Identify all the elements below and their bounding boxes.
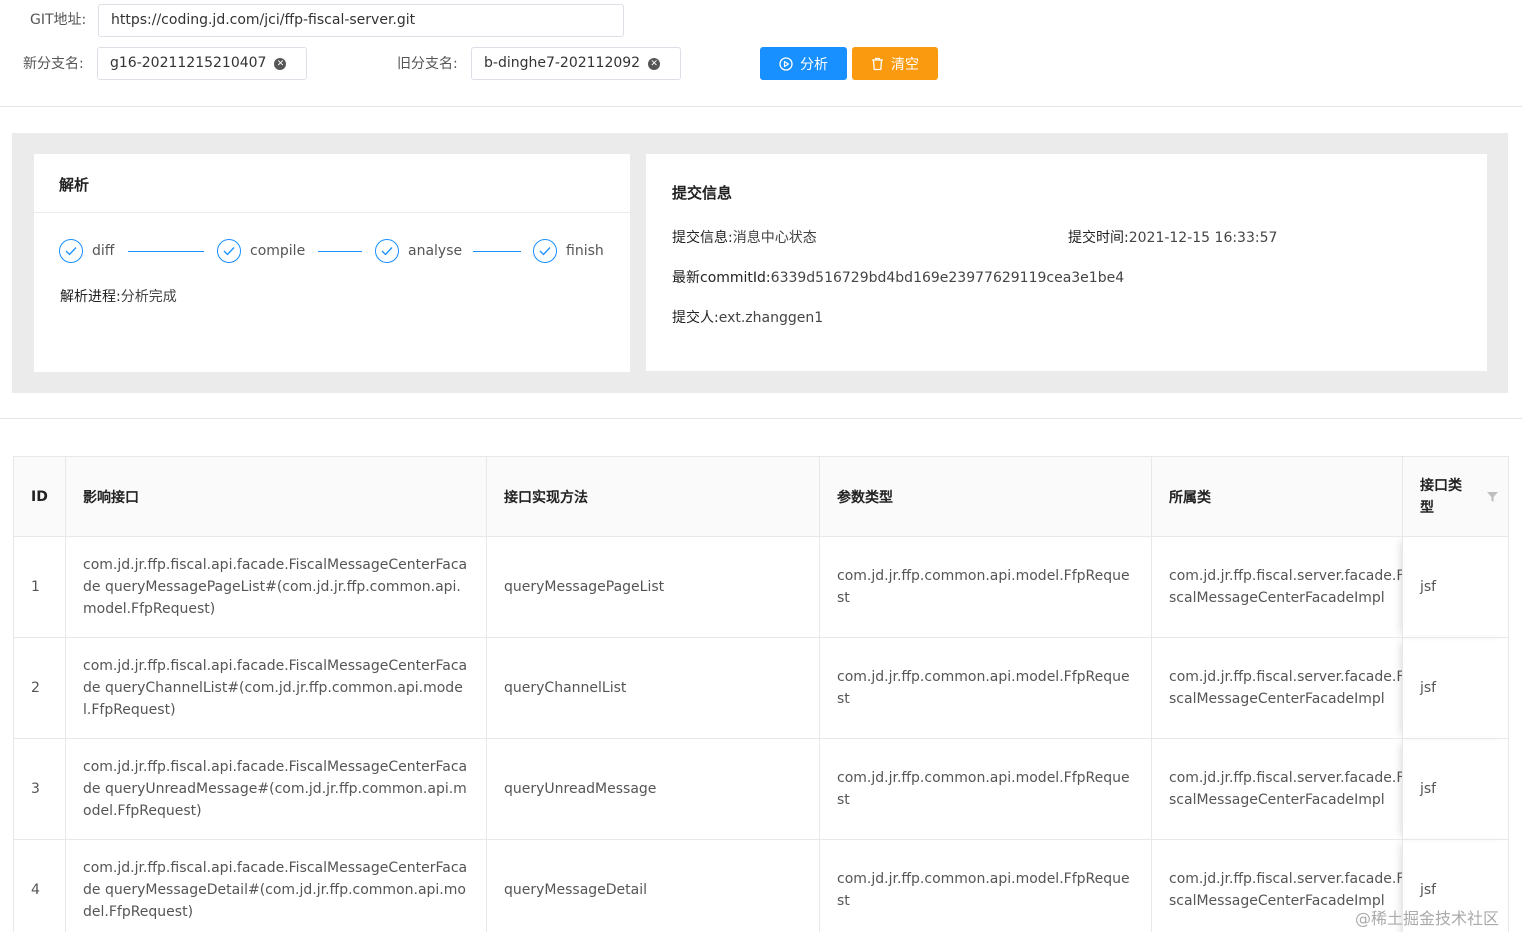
step-connector	[128, 251, 204, 252]
cell-class: com.jd.jr.ffp.fiscal.server.facade.Fisca…	[1151, 738, 1403, 840]
table-row: 2 com.jd.jr.ffp.fiscal.api.facade.Fiscal…	[13, 637, 1509, 739]
header-interface-type[interactable]: 接口类型	[1402, 456, 1509, 537]
cell-id: 2	[13, 637, 66, 739]
cell-id: 3	[13, 738, 66, 840]
cell-interface: com.jd.jr.ffp.fiscal.api.facade.FiscalMe…	[65, 536, 487, 638]
cell-param-type: com.jd.jr.ffp.common.api.model.FfpReques…	[819, 839, 1152, 932]
cell-class-text: com.jd.jr.ffp.fiscal.server.facade.Fisca…	[1169, 568, 1403, 606]
table-row: 3 com.jd.jr.ffp.fiscal.api.facade.Fiscal…	[13, 738, 1509, 840]
clear-button[interactable]: 清空	[852, 47, 938, 80]
step-connector	[318, 251, 362, 252]
commit-time: 提交时间:2021-12-15 16:33:57	[1068, 228, 1277, 248]
commit-author-label: 提交人:	[672, 310, 719, 326]
step-diff-check-icon	[59, 239, 83, 263]
new-branch-clear-icon[interactable]: ✕	[274, 57, 287, 70]
parse-card-divider	[34, 212, 630, 213]
step-finish-check-icon	[533, 239, 557, 263]
old-branch-value: b-dinghe7-202112092	[484, 55, 641, 71]
cell-id: 1	[13, 536, 66, 638]
step-compile-check-icon	[217, 239, 241, 263]
header-method[interactable]: 接口实现方法	[486, 456, 820, 537]
header-param-type[interactable]: 参数类型	[819, 456, 1152, 537]
commit-id-value: 6339d516729bd4bd169e23977629119cea3e1be4	[770, 270, 1125, 286]
table-row: 4 com.jd.jr.ffp.fiscal.api.facade.Fiscal…	[13, 839, 1509, 932]
analyze-button-label: 分析	[800, 56, 828, 73]
cell-interface-type: jsf	[1402, 738, 1509, 840]
parse-card-title: 解析	[59, 176, 90, 194]
cell-class: com.jd.jr.ffp.fiscal.server.facade.Fisca…	[1151, 536, 1403, 638]
top-divider	[0, 106, 1522, 107]
clear-button-label: 清空	[891, 56, 919, 73]
cell-method: queryUnreadMessage	[486, 738, 820, 840]
old-branch-select[interactable]: b-dinghe7-202112092 ✕	[471, 47, 681, 80]
step-analyse-check-icon	[375, 239, 399, 263]
new-branch-label: 新分支名:	[23, 56, 84, 72]
cell-class: com.jd.jr.ffp.fiscal.server.facade.Fisca…	[1151, 637, 1403, 739]
cell-param-type: com.jd.jr.ffp.common.api.model.FfpReques…	[819, 637, 1152, 739]
parse-progress-label: 解析进程:	[60, 289, 121, 305]
impact-table: ID 影响接口 接口实现方法 参数类型 所属类 接口类型 1 com.jd.jr…	[13, 456, 1509, 932]
commit-message-value: 消息中心状态	[732, 230, 817, 246]
parse-progress-value: 分析完成	[120, 289, 177, 305]
step-diff-label: diff	[92, 243, 115, 259]
commit-message-label: 提交信息:	[672, 230, 733, 246]
header-id[interactable]: ID	[13, 456, 66, 537]
commit-author: 提交人:ext.zhanggen1	[672, 308, 823, 328]
parse-progress: 解析进程:分析完成	[60, 287, 177, 307]
cell-method: queryMessageDetail	[486, 839, 820, 932]
filter-icon[interactable]	[1487, 492, 1498, 502]
header-interface[interactable]: 影响接口	[65, 456, 487, 537]
cell-interface-type: jsf	[1402, 637, 1509, 739]
table-header-row: ID 影响接口 接口实现方法 参数类型 所属类 接口类型	[13, 456, 1509, 537]
commit-card: 提交信息 提交信息:消息中心状态 提交时间:2021-12-15 16:33:5…	[646, 154, 1487, 371]
middle-divider	[0, 418, 1522, 419]
new-branch-value: g16-20211215210407	[110, 55, 267, 71]
old-branch-label: 旧分支名:	[397, 56, 458, 72]
cell-interface: com.jd.jr.ffp.fiscal.api.facade.FiscalMe…	[65, 839, 487, 932]
cell-class-text: com.jd.jr.ffp.fiscal.server.facade.Fisca…	[1169, 669, 1403, 707]
commit-message: 提交信息:消息中心状态	[672, 228, 817, 248]
old-branch-clear-icon[interactable]: ✕	[648, 57, 661, 70]
header-interface-type-label: 接口类型	[1420, 477, 1462, 516]
cell-id: 4	[13, 839, 66, 932]
cell-method: queryChannelList	[486, 637, 820, 739]
header-class[interactable]: 所属类	[1151, 456, 1403, 537]
cell-param-type: com.jd.jr.ffp.common.api.model.FfpReques…	[819, 536, 1152, 638]
commit-time-value: 2021-12-15 16:33:57	[1128, 230, 1278, 246]
watermark: @稀土掘金技术社区	[1355, 909, 1500, 928]
commit-id: 最新commitId:6339d516729bd4bd169e239776291…	[672, 268, 1124, 288]
cell-interface: com.jd.jr.ffp.fiscal.api.facade.FiscalMe…	[65, 738, 487, 840]
table-row: 1 com.jd.jr.ffp.fiscal.api.facade.Fiscal…	[13, 536, 1509, 638]
cell-interface: com.jd.jr.ffp.fiscal.api.facade.FiscalMe…	[65, 637, 487, 739]
step-finish-label: finish	[566, 243, 604, 259]
parse-card: 解析 diff compile analyse finish 解析进程:分析完成	[34, 154, 630, 372]
cell-interface-type: jsf	[1402, 536, 1509, 638]
step-connector	[473, 251, 521, 252]
commit-author-value: ext.zhanggen1	[718, 310, 824, 326]
cell-method: queryMessagePageList	[486, 536, 820, 638]
trash-icon	[872, 57, 883, 70]
step-compile-label: compile	[250, 243, 306, 259]
step-analyse-label: analyse	[408, 243, 463, 259]
analyze-button[interactable]: 分析	[760, 47, 847, 80]
git-address-input[interactable]: https://coding.jd.com/jci/ffp-fiscal-ser…	[98, 4, 624, 37]
commit-card-title: 提交信息	[672, 184, 733, 202]
cell-class-text: com.jd.jr.ffp.fiscal.server.facade.Fisca…	[1169, 770, 1403, 808]
git-address-label: GIT地址:	[30, 12, 87, 28]
commit-id-label: 最新commitId:	[672, 270, 771, 286]
play-circle-icon	[779, 56, 793, 71]
new-branch-select[interactable]: g16-20211215210407 ✕	[97, 47, 307, 80]
cell-param-type: com.jd.jr.ffp.common.api.model.FfpReques…	[819, 738, 1152, 840]
commit-time-label: 提交时间:	[1068, 230, 1129, 246]
